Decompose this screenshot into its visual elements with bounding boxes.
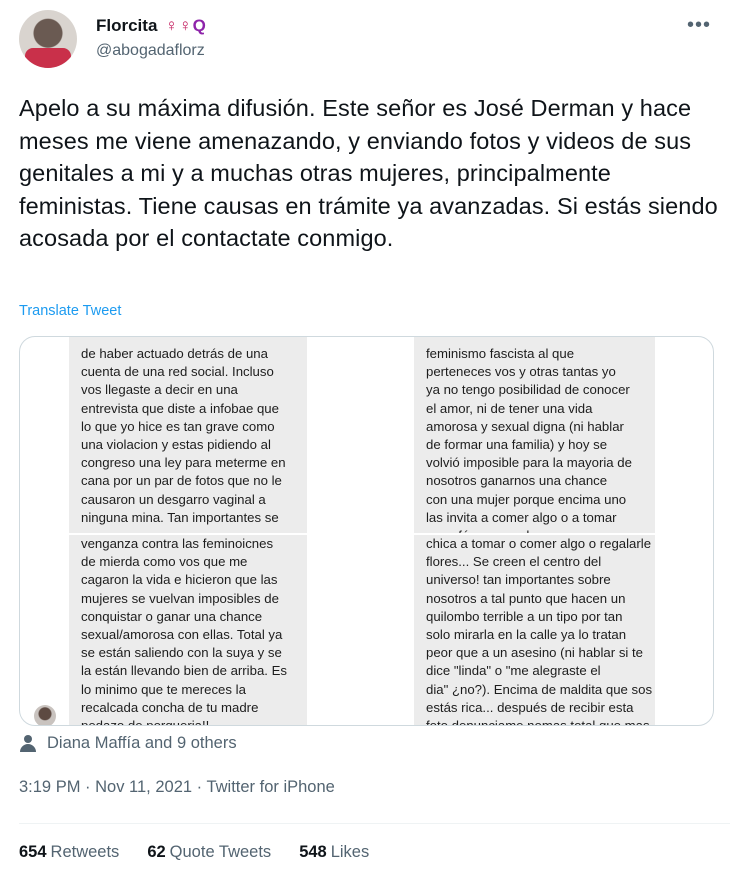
avatar-shirt xyxy=(25,48,71,68)
screenshot-line: volvió imposible para la mayoria de xyxy=(426,455,632,471)
screenshot-line: ya no tengo posibilidad de conocer xyxy=(426,382,630,398)
author-name[interactable]: Florcita ♀♀Q xyxy=(96,16,207,36)
author-avatar[interactable] xyxy=(19,10,77,68)
person-icon xyxy=(19,733,37,753)
screenshot-line: feminismo fascista al que xyxy=(426,346,575,361)
screenshot-line: perteneces vos y otras tantas yo xyxy=(426,364,616,380)
tweet-header: Florcita ♀♀Q @abogadaflorz ••• xyxy=(19,10,719,70)
author-handle[interactable]: @abogadaflorz xyxy=(96,42,205,60)
screenshot-right-bottom: chica a tomar o comer algo o regalarle fl… xyxy=(414,535,655,725)
author-name-text: Florcita xyxy=(96,16,158,35)
retweets-stat[interactable]: 654 Retweets xyxy=(19,843,119,862)
screenshot-line: venganza contra las feminoicnes xyxy=(81,536,274,551)
quote-tweets-stat[interactable]: 62 Quote Tweets xyxy=(147,843,271,862)
screenshot-line: conquistar o ganar una chance xyxy=(81,608,263,624)
screenshot-line: lo minimo que te mereces la xyxy=(81,681,246,697)
screenshot-line: un café y nos rechazan con asco xyxy=(426,527,655,533)
screenshot-line: estás rica... después de recibir esta xyxy=(426,699,634,715)
female-sign-emoji: ♀♀ xyxy=(165,16,193,35)
screenshot-line: de haber actuado detrás de una xyxy=(81,346,268,361)
screenshot-left-top: de haber actuado detrás de una cuenta de … xyxy=(69,337,307,533)
screenshot-line: peor que a un asesino (ni hablar si te xyxy=(426,645,644,661)
screenshot-line: dice "linda" o "me alegraste el xyxy=(426,663,601,679)
screenshot-line: nosotros ganarnos una chance xyxy=(426,473,608,489)
screenshot-line: vos llegaste a decir en una xyxy=(81,382,238,398)
screenshot-left-bottom: venganza contra las feminoicnes de mierda… xyxy=(69,535,307,725)
screenshot-line: de formar una familia) y hoy se xyxy=(426,437,608,453)
screenshot-line: congreso una ley para meterme en xyxy=(81,455,286,471)
likes-label: Likes xyxy=(330,843,370,861)
screenshot-line: una violacion y estas pidiendo al xyxy=(81,437,271,453)
screenshot-line: sexual/amorosa con ellas. Total ya xyxy=(81,627,283,643)
author-emoji: ♀♀Q xyxy=(159,16,206,35)
meta-separator: · xyxy=(80,778,96,796)
screenshot-line: solo mirarla en la calle ya lo tratan xyxy=(426,627,627,643)
screenshot-line: quilombo terrible a un tipo por tan xyxy=(426,608,623,624)
screenshot-line: pedazo de porqueria!! xyxy=(81,717,307,725)
screenshot-line: mujeres se vuelvan imposibles de xyxy=(81,590,279,606)
divider xyxy=(19,823,730,824)
screenshot-line: de mierda como vos que me xyxy=(81,554,248,570)
media-avatar xyxy=(34,705,56,725)
screenshot-line: flores... Se creen el centro del xyxy=(426,554,602,570)
screenshot-line: el amor, ni de tener una vida xyxy=(426,400,593,416)
screenshot-line: las invita a comer algo o a tomar xyxy=(426,509,617,525)
screenshot-line: la están llevando bien de arriba. Es xyxy=(81,663,288,679)
tweet-stats: 654 Retweets 62 Quote Tweets 548 Likes xyxy=(19,843,369,862)
translate-tweet-link[interactable]: Translate Tweet xyxy=(19,303,121,319)
screenshot-line: nosotros a tal punto que hacen un xyxy=(426,590,626,606)
screenshot-line: entrevista que diste a infobae que xyxy=(81,400,279,416)
screenshot-line: causaron un desgarro vaginal a xyxy=(81,491,266,507)
magnifier-emoji: Q xyxy=(192,16,207,35)
screenshot-line: universo! tan importantes sobre xyxy=(426,572,611,588)
likes-stat[interactable]: 548 Likes xyxy=(299,843,369,862)
screenshot-line: dia" ¿no?). Encima de maldita que sos xyxy=(426,681,653,697)
tweet-time[interactable]: 3:19 PM xyxy=(19,778,80,796)
tweet-source[interactable]: Twitter for iPhone xyxy=(206,778,334,796)
quotes-label: Quote Tweets xyxy=(169,843,272,861)
meta-separator: · xyxy=(192,778,207,796)
liked-by-row[interactable]: Diana Maffía and 9 others xyxy=(19,733,237,753)
screenshot-right-top: feminismo fascista al que perteneces vos … xyxy=(414,337,655,533)
retweets-label: Retweets xyxy=(50,843,120,861)
quotes-count: 62 xyxy=(147,843,166,861)
screenshot-line: con una mujer porque encima uno xyxy=(426,491,627,507)
tweet-meta: 3:19 PM · Nov 11, 2021 · Twitter for iPh… xyxy=(19,778,335,797)
screenshot-line: ninguna mina. Tan importantes se xyxy=(81,509,279,525)
screenshot-line: cagaron la vida e hicieron que las xyxy=(81,572,278,588)
tweet-text: Apelo a su máxima difusión. Este señor e… xyxy=(19,95,718,251)
screenshot-line: chica a tomar o comer algo o regalarle xyxy=(426,536,652,551)
likes-count: 548 xyxy=(299,843,327,861)
liked-by-text: Diana Maffía and 9 others xyxy=(47,733,237,752)
tweet-media[interactable]: de haber actuado detrás de una cuenta de … xyxy=(19,336,714,726)
screenshot-line: cana por un par de fotos que no le xyxy=(81,473,282,489)
tweet-date[interactable]: Nov 11, 2021 xyxy=(95,778,192,796)
screenshot-line: cuenta de una red social. Incluso xyxy=(81,364,274,380)
screenshot-line: lo que yo hice es tan grave como xyxy=(81,418,275,434)
more-options-icon[interactable]: ••• xyxy=(687,14,711,37)
retweets-count: 654 xyxy=(19,843,47,861)
screenshot-line: recalcada concha de tu madre xyxy=(81,699,259,715)
screenshot-line: foto denunciame nomas total que mas xyxy=(426,717,655,725)
screenshot-line: amorosa y sexual digna (ni hablar xyxy=(426,418,624,434)
screenshot-line: se están saliendo con la suya y se xyxy=(81,645,282,661)
